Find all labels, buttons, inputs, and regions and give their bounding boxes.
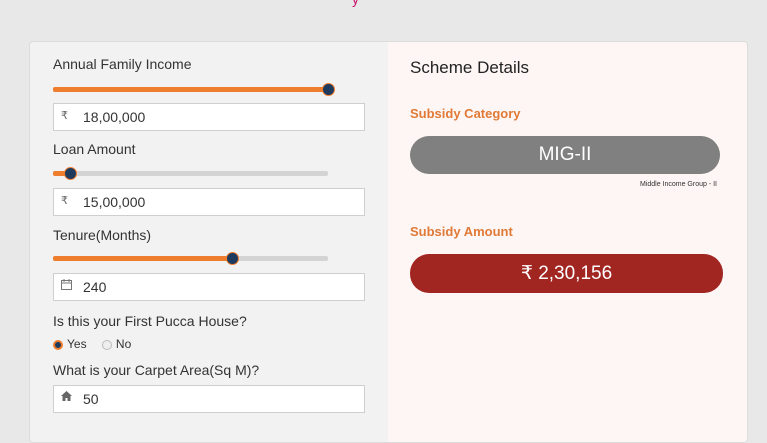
calculator-card: Annual Family Income ₹ 18,00,000 Loan Am…: [29, 41, 748, 443]
scheme-details-title: Scheme Details: [410, 58, 530, 77]
income-value: 18,00,000: [83, 109, 146, 125]
yes-label: Yes: [67, 337, 87, 351]
scheme-details-panel: Scheme Details Subsidy Category MIG-II M…: [388, 42, 747, 442]
rupee-icon: ₹: [61, 195, 68, 207]
income-label: Annual Family Income: [53, 56, 192, 72]
subsidy-amount-badge: ₹ 2,30,156: [410, 254, 723, 293]
subsidy-amount-label: Subsidy Amount: [410, 224, 513, 239]
rupee-icon: ₹: [61, 110, 68, 122]
income-slider-fill: [53, 87, 328, 92]
carpet-value: 50: [83, 391, 99, 407]
loan-label: Loan Amount: [53, 141, 136, 157]
carpet-input[interactable]: 50: [53, 385, 365, 413]
subsidy-category-description: Middle Income Group - II: [639, 181, 717, 188]
loan-slider[interactable]: [53, 167, 328, 180]
first-house-label: Is this your First Pucca House?: [53, 313, 247, 329]
first-house-radio-group: Yes No: [53, 337, 143, 351]
yes-radio[interactable]: [53, 340, 63, 350]
home-icon: [61, 391, 72, 404]
tenure-slider-handle[interactable]: [225, 252, 239, 265]
loan-value: 15,00,000: [83, 194, 146, 210]
income-slider[interactable]: [53, 83, 335, 96]
tenure-slider[interactable]: [53, 252, 328, 265]
carpet-label: What is your Carpet Area(Sq M)?: [53, 362, 260, 378]
tenure-input[interactable]: 240: [53, 273, 365, 301]
subsidy-category-label: Subsidy Category: [410, 106, 521, 121]
income-slider-handle[interactable]: [322, 83, 335, 96]
income-input[interactable]: ₹ 18,00,000: [53, 103, 365, 131]
input-panel: Annual Family Income ₹ 18,00,000 Loan Am…: [30, 42, 388, 442]
subsidy-category-badge: MIG-II: [410, 136, 720, 174]
no-radio[interactable]: [101, 340, 112, 350]
calendar-icon: [61, 279, 72, 293]
tenure-slider-fill: [53, 256, 232, 261]
tenure-value: 240: [83, 279, 107, 295]
tenure-label: Tenure(Months): [53, 227, 152, 243]
loan-input[interactable]: ₹ 15,00,000: [53, 188, 365, 216]
header-fragment: y: [352, 0, 360, 6]
no-label: No: [115, 337, 132, 351]
loan-slider-handle[interactable]: [63, 167, 77, 180]
